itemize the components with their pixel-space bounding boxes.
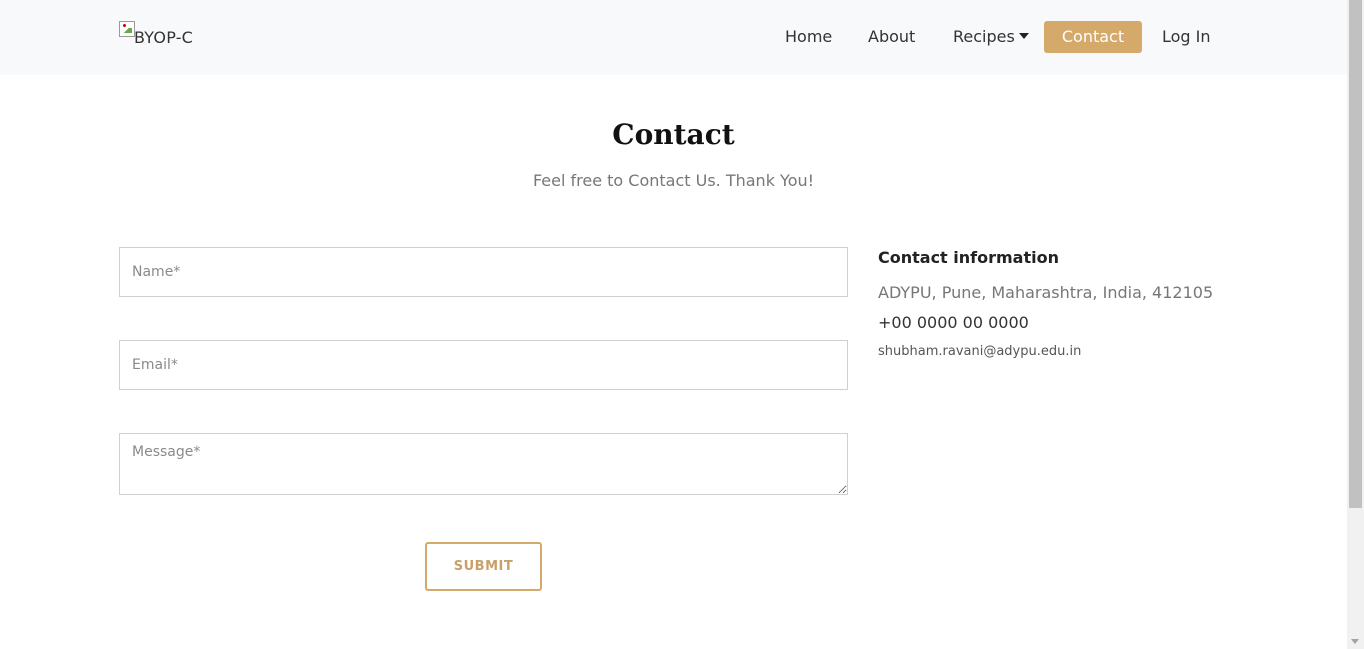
contact-email: shubham.ravani@adypu.edu.in [878, 344, 1082, 359]
broken-image-icon [119, 21, 135, 37]
email-field[interactable] [119, 340, 848, 390]
contact-info-title: Contact information [878, 248, 1059, 267]
scroll-down-arrow-icon[interactable] [1351, 639, 1359, 644]
name-field[interactable] [119, 247, 848, 297]
nav-about[interactable]: About [868, 21, 915, 53]
page-title: Contact [612, 118, 735, 151]
page-subtitle: Feel free to Contact Us. Thank You! [532, 171, 815, 190]
nav-home[interactable]: Home [785, 21, 832, 53]
nav-login[interactable]: Log In [1162, 21, 1211, 53]
brand-logo[interactable]: BYOP-C [119, 20, 193, 50]
brand-alt-text: BYOP-C [134, 28, 194, 47]
contact-phone: +00 0000 00 0000 [878, 313, 1029, 332]
caret-down-icon [1018, 33, 1029, 39]
nav-recipes-label: Recipes [953, 27, 1015, 46]
page: BYOP-C Home About Recipes Contact Log In… [0, 0, 1364, 649]
submit-button[interactable]: SUBMIT [425, 542, 542, 591]
scrollbar-thumb[interactable] [1349, 0, 1362, 508]
message-field[interactable] [119, 433, 848, 495]
navbar: BYOP-C Home About Recipes Contact Log In [0, 0, 1347, 75]
nav-contact[interactable]: Contact [1044, 21, 1142, 53]
vertical-scrollbar[interactable] [1347, 0, 1364, 649]
contact-address: ADYPU, Pune, Maharashtra, India, 412105 [878, 283, 1214, 302]
nav-recipes-dropdown[interactable]: Recipes [953, 21, 1029, 53]
